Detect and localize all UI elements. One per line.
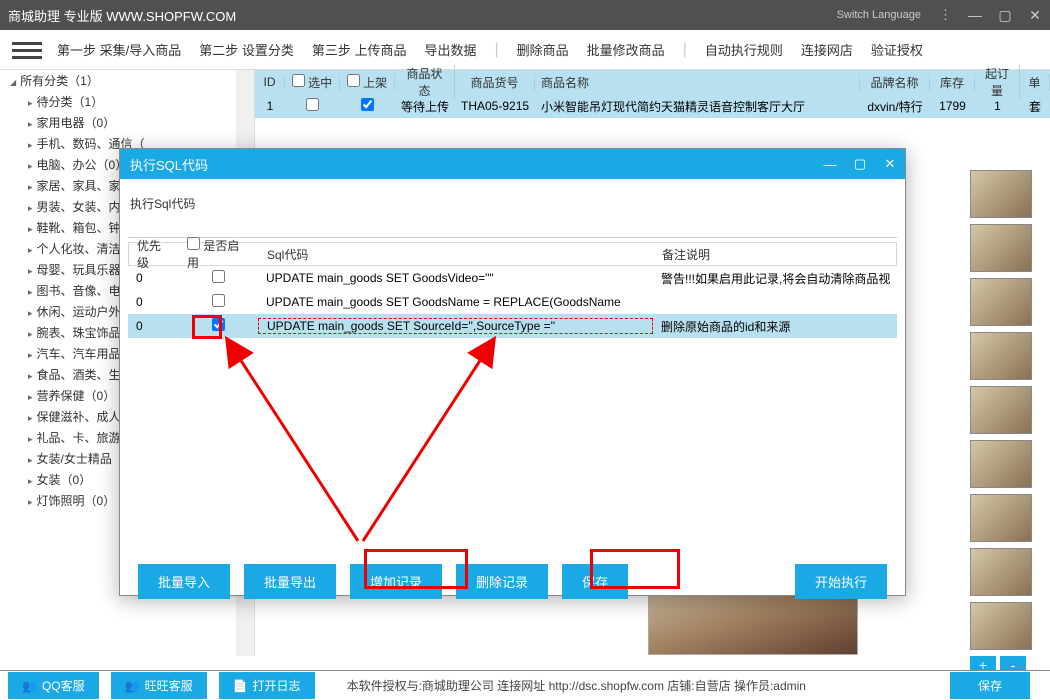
step-2[interactable]: 第二步 设置分类 <box>199 40 294 59</box>
dialog-minimize[interactable]: — <box>815 157 845 172</box>
enable-all-checkbox[interactable] <box>187 237 200 250</box>
people-icon: 👥 <box>22 679 37 693</box>
more-icon[interactable]: ⋮ <box>939 7 952 23</box>
batch-export-button[interactable]: 批量导出 <box>244 564 336 599</box>
switch-language-link[interactable]: Switch Language <box>837 9 921 21</box>
col-name[interactable]: 商品名称 <box>535 74 860 91</box>
product-thumb[interactable] <box>970 224 1032 272</box>
product-thumb[interactable] <box>970 278 1032 326</box>
row-onsale[interactable] <box>361 98 374 111</box>
col-unit[interactable]: 单 <box>1020 74 1050 91</box>
verify-auth[interactable]: 验证授权 <box>871 40 923 59</box>
sql-editing-cell[interactable]: UPDATE main_goods SET SourceId='',Source… <box>258 318 653 334</box>
app-title: 商城助理 专业版 WWW.SHOPFW.COM <box>8 6 837 25</box>
sql-enable-checkbox[interactable] <box>212 270 225 283</box>
thumbnail-panel: + - <box>970 170 1042 674</box>
add-record-button[interactable]: 增加记录 <box>350 564 442 599</box>
save-button[interactable]: 保存 <box>562 564 628 599</box>
connect-shop[interactable]: 连接网店 <box>801 40 853 59</box>
delete-products[interactable]: 删除商品 <box>517 40 569 59</box>
row-select[interactable] <box>306 98 319 111</box>
sql-dialog: 执行SQL代码 — ▢ ✕ 执行Sql代码 优先级 是否启用 Sql代码 备注说… <box>119 148 906 596</box>
main-save-button[interactable]: 保存 <box>950 672 1030 699</box>
sql-row[interactable]: 0 UPDATE main_goods SET GoodsVideo="" 警告… <box>128 266 897 290</box>
product-thumb[interactable] <box>970 602 1032 650</box>
export-data[interactable]: 导出数据 <box>424 40 476 59</box>
tree-item[interactable]: 待分类（1） <box>0 91 254 112</box>
open-log-button[interactable]: 📄打开日志 <box>219 672 315 699</box>
annotation-arrows <box>188 331 558 551</box>
dialog-search[interactable] <box>128 220 897 238</box>
product-thumb[interactable] <box>970 440 1032 488</box>
step-3[interactable]: 第三步 上传商品 <box>312 40 407 59</box>
status-text: 本软件授权与:商城助理公司 连接网址 http://dsc.shopfw.com… <box>347 677 806 694</box>
step-1[interactable]: 第一步 采集/导入商品 <box>57 40 181 59</box>
close-button[interactable]: ✕ <box>1020 0 1050 30</box>
auto-rules[interactable]: 自动执行规则 <box>705 40 783 59</box>
dialog-subtitle: 执行Sql代码 <box>130 195 895 212</box>
col-min[interactable]: 起订量 <box>975 65 1020 99</box>
product-thumb[interactable] <box>970 332 1032 380</box>
maximize-button[interactable]: ▢ <box>990 0 1020 30</box>
qq-support-button[interactable]: 👥QQ客服 <box>8 672 99 699</box>
minimize-button[interactable]: — <box>960 0 990 30</box>
table-row[interactable]: 1 等待上传 THA05-9215 小米智能吊灯现代简约天猫精灵语音控制客厅大厅… <box>255 94 1050 118</box>
col-onsale[interactable]: 上架 <box>340 74 395 91</box>
product-thumb[interactable] <box>970 170 1032 218</box>
col-sku[interactable]: 商品货号 <box>455 74 535 91</box>
tree-item[interactable]: 家用电器（0） <box>0 112 254 133</box>
sql-table-header: 优先级 是否启用 Sql代码 备注说明 <box>128 242 897 266</box>
product-thumb[interactable] <box>970 494 1032 542</box>
dialog-close[interactable]: ✕ <box>875 156 905 172</box>
run-button[interactable]: 开始执行 <box>795 564 887 599</box>
document-icon: 📄 <box>233 679 248 693</box>
sql-row-selected[interactable]: 0 UPDATE main_goods SET SourceId='',Sour… <box>128 314 897 338</box>
select-all-checkbox[interactable] <box>292 74 305 87</box>
batch-import-button[interactable]: 批量导入 <box>138 564 230 599</box>
hamburger-icon[interactable] <box>12 38 42 62</box>
batch-modify[interactable]: 批量修改商品 <box>587 40 665 59</box>
dialog-button-row: 批量导入 批量导出 增加记录 删除记录 保存 开始执行 <box>120 554 905 609</box>
window-titlebar: 商城助理 专业版 WWW.SHOPFW.COM Switch Language … <box>0 0 1050 30</box>
product-thumb[interactable] <box>970 548 1032 596</box>
dialog-maximize[interactable]: ▢ <box>845 156 875 172</box>
onsale-all-checkbox[interactable] <box>347 74 360 87</box>
product-thumb[interactable] <box>970 386 1032 434</box>
sql-row[interactable]: 0 UPDATE main_goods SET GoodsName = REPL… <box>128 290 897 314</box>
product-table-header: ID 选中 上架 商品状态 商品货号 商品名称 品牌名称 库存 起订量 单 <box>255 70 1050 94</box>
wangwang-support-button[interactable]: 👥旺旺客服 <box>111 672 207 699</box>
dialog-titlebar[interactable]: 执行SQL代码 — ▢ ✕ <box>120 149 905 179</box>
tree-root[interactable]: 所有分类（1） <box>0 70 254 91</box>
delete-record-button[interactable]: 删除记录 <box>456 564 548 599</box>
people-icon: 👥 <box>125 679 140 693</box>
main-toolbar: 第一步 采集/导入商品 第二步 设置分类 第三步 上传商品 导出数据 | 删除商… <box>0 30 1050 70</box>
col-brand[interactable]: 品牌名称 <box>860 74 930 91</box>
sql-enable-checkbox[interactable] <box>212 294 225 307</box>
status-bar: 👥QQ客服 👥旺旺客服 📄打开日志 本软件授权与:商城助理公司 连接网址 htt… <box>0 670 1050 700</box>
col-id[interactable]: ID <box>255 75 285 89</box>
col-status[interactable]: 商品状态 <box>395 65 455 99</box>
sql-enable-checkbox[interactable] <box>212 318 225 331</box>
col-stock[interactable]: 库存 <box>930 74 975 91</box>
dialog-title: 执行SQL代码 <box>130 155 815 174</box>
col-selected[interactable]: 选中 <box>285 74 340 91</box>
